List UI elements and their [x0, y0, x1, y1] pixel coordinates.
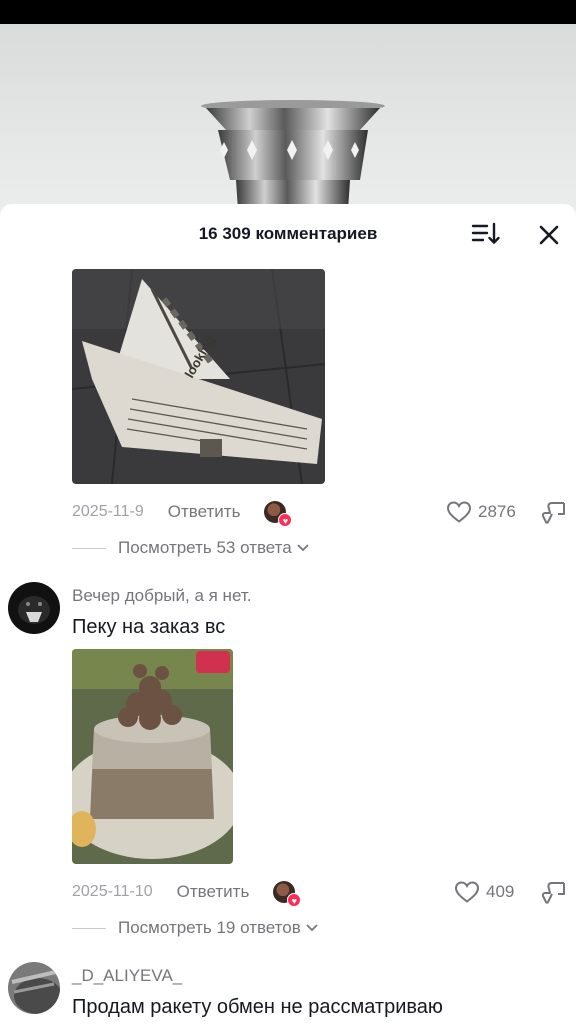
view-replies-button[interactable]: Посмотреть 53 ответа	[72, 536, 310, 560]
heart-outline-icon	[454, 881, 480, 903]
like-count: 409	[486, 882, 515, 901]
comment-username[interactable]: _D_ALIYEVA_	[72, 966, 182, 986]
video-background[interactable]	[0, 24, 576, 224]
chevron-down-icon	[297, 544, 309, 552]
avatar[interactable]	[8, 962, 60, 1014]
like-button[interactable]: 409	[454, 879, 514, 905]
like-button[interactable]: 2876	[446, 499, 516, 525]
sort-icon	[471, 222, 500, 245]
comments-header: 16 309 комментариев	[0, 204, 576, 264]
close-icon	[539, 225, 559, 245]
dislike-icon	[541, 502, 565, 524]
user-avatar-image	[8, 962, 60, 1014]
divider-line	[72, 547, 106, 549]
gorilla-avatar-image	[8, 582, 60, 634]
divider-line	[72, 927, 106, 929]
comment-2-meta: 2025-11-10 Ответить ♥	[72, 880, 302, 907]
reply-button[interactable]: Ответить	[168, 502, 241, 522]
reply-button[interactable]: Ответить	[177, 882, 250, 902]
heart-badge-icon: ♥	[278, 513, 293, 527]
comment-1-meta: 2025-11-9 Ответить ♥	[72, 500, 293, 527]
dislike-icon	[541, 882, 565, 904]
avatar[interactable]	[8, 582, 60, 634]
view-replies-label: Посмотреть 19 ответов	[118, 918, 301, 937]
dislike-button[interactable]	[540, 499, 566, 525]
comment-image-mud-cake[interactable]	[72, 649, 233, 864]
like-count: 2876	[478, 502, 516, 521]
mud-cake-photo	[72, 649, 233, 864]
comment-date: 2025-11-9	[72, 503, 144, 520]
comment-username[interactable]: Вечер добрый, а я нет.	[72, 586, 251, 606]
heart-outline-icon	[446, 501, 472, 523]
view-replies-button[interactable]: Посмотреть 19 ответов	[72, 916, 319, 940]
comment-text: Продам ракету обмен не рассматриваю	[72, 996, 443, 1018]
creator-liked-avatar: ♥	[273, 881, 302, 907]
comment-text: Пеку на заказ вс	[72, 616, 226, 638]
creator-liked-avatar: ♥	[264, 501, 293, 527]
paper-hat-photo: looking	[72, 269, 325, 484]
heart-badge-icon: ♥	[287, 893, 302, 907]
comment-image-paper-hat[interactable]: looking	[72, 269, 325, 484]
view-replies-label: Посмотреть 53 ответа	[118, 538, 292, 557]
comments-sheet: 16 309 комментариев looking 2025-11-9 От…	[0, 204, 576, 1024]
dislike-button[interactable]	[540, 879, 566, 905]
close-button[interactable]	[536, 222, 562, 248]
comment-date: 2025-11-10	[72, 883, 153, 900]
chevron-down-icon	[306, 924, 318, 932]
sort-button[interactable]	[470, 221, 502, 247]
